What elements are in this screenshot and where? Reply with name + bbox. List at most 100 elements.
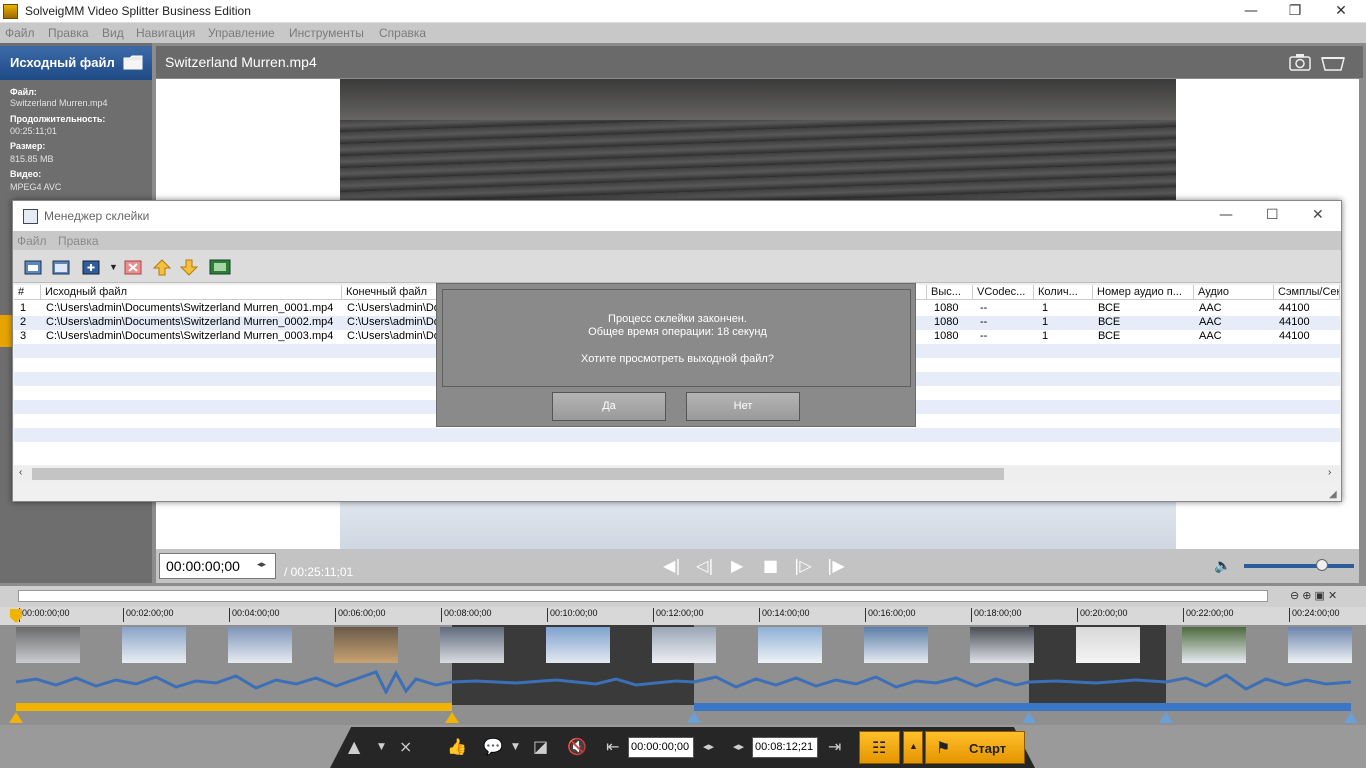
column-header[interactable]: Выс...	[927, 285, 973, 300]
resize-grip-icon[interactable]: ◢	[1329, 489, 1337, 500]
restore-button[interactable]: ❐	[1272, 0, 1318, 23]
menu-control[interactable]: Управление	[208, 26, 275, 40]
next-frame-icon[interactable]: |▷	[794, 556, 812, 575]
column-header[interactable]: Номер аудио п...	[1093, 285, 1194, 300]
marker-icon[interactable]	[9, 712, 23, 723]
column-header[interactable]: Сэмплы/Сек	[1274, 285, 1340, 300]
volume-knob[interactable]	[1316, 559, 1328, 571]
timeline-thumbnail	[758, 627, 822, 663]
out-point-icon[interactable]: ⇥	[828, 737, 841, 756]
menu-file[interactable]: Файл	[5, 26, 35, 40]
volume-icon[interactable]: 🔈	[1214, 557, 1231, 574]
time-in-field[interactable]: 00:00:00;00	[628, 737, 694, 758]
destination-file: C:\Users\admin\Do	[347, 330, 440, 342]
scrollbar-thumb[interactable]	[32, 468, 1004, 480]
stop-icon[interactable]: ■	[763, 556, 778, 575]
rotate-icon[interactable]: ◪	[533, 737, 548, 756]
menu-navigation[interactable]: Навигация	[136, 26, 195, 40]
column-header[interactable]: VCodec...	[973, 285, 1034, 300]
minimize-button[interactable]: —	[1228, 0, 1274, 23]
column-header[interactable]: Исходный файл	[41, 285, 342, 300]
menu-bar: Файл Правка Вид Навигация Управление Инс…	[0, 23, 1366, 43]
height: 1080	[934, 302, 959, 314]
dropdown-icon[interactable]: ▼	[378, 742, 385, 752]
thumb-up-icon[interactable]: 👍	[447, 737, 467, 756]
selected-segment-bar[interactable]	[16, 703, 452, 711]
merge-menu-edit[interactable]: Правка	[58, 234, 99, 248]
prev-marker-icon[interactable]: ◀|	[663, 556, 681, 575]
move-up-icon[interactable]	[152, 258, 172, 276]
menu-view[interactable]: Вид	[102, 26, 124, 40]
menu-help[interactable]: Справка	[379, 26, 426, 40]
scroll-right-icon[interactable]: ›	[1328, 467, 1331, 478]
volume-slider[interactable]	[1244, 564, 1354, 568]
close-button[interactable]: ✕	[1318, 0, 1364, 23]
timeline-scrollbar[interactable]	[18, 590, 1268, 602]
segment-bar[interactable]	[694, 703, 1351, 711]
time-in-spin-icon[interactable]: ◂▸	[703, 740, 714, 753]
dropdown-icon[interactable]: ▼	[109, 262, 118, 272]
add-marker-icon[interactable]: ▲	[348, 737, 360, 756]
snapshot-icon[interactable]	[1288, 52, 1312, 72]
title-bar: SolveigMM Video Splitter Business Editio…	[0, 0, 1366, 23]
dialog-message-area: Процесс склейки закончен. Общее время оп…	[442, 289, 911, 387]
audio-stream-number: ВСЕ	[1098, 330, 1121, 342]
split-button[interactable]: ☷	[859, 731, 900, 764]
marker-icon[interactable]	[1344, 712, 1358, 723]
in-point-icon[interactable]: ⇤	[606, 737, 619, 756]
prev-frame-icon[interactable]: ◁|	[696, 556, 714, 575]
timeline-thumbnail	[1076, 627, 1140, 663]
count: 1	[1042, 302, 1049, 314]
merge-manager-title: Менеджер склейки	[44, 209, 150, 223]
remove-marker-icon[interactable]: ⨯	[399, 737, 412, 756]
play-icon[interactable]: ▶	[731, 556, 743, 575]
basket-icon[interactable]	[1320, 52, 1346, 72]
next-marker-icon[interactable]: |▶	[827, 556, 845, 575]
marker-icon[interactable]	[1022, 712, 1036, 723]
split-dropdown[interactable]: ▲	[903, 731, 923, 764]
panel-accent	[0, 315, 12, 347]
height: 1080	[934, 316, 959, 328]
horizontal-scrollbar[interactable]: ‹ ›	[14, 466, 1340, 481]
marker-icon[interactable]	[445, 712, 459, 723]
move-down-icon[interactable]	[179, 258, 199, 276]
zoom-controls-icon[interactable]: ⊖ ⊕ ▣ ✕	[1290, 589, 1337, 602]
column-header[interactable]: Аудио	[1194, 285, 1274, 300]
merge-manager-menu: Файл Правка	[13, 231, 1341, 250]
mute-icon[interactable]: 🔇	[567, 737, 587, 756]
sample-rate: 44100	[1279, 302, 1310, 314]
column-header[interactable]: #	[14, 285, 41, 300]
add-folder-icon[interactable]	[51, 258, 71, 276]
add-file-icon[interactable]	[23, 258, 43, 276]
time-out-spin-icon[interactable]: ◂▸	[733, 740, 744, 753]
add-item-icon[interactable]	[81, 258, 101, 276]
marker-icon[interactable]	[1159, 712, 1173, 723]
menu-edit[interactable]: Правка	[48, 26, 89, 40]
audio-stream-number: ВСЕ	[1098, 316, 1121, 328]
merge-menu-file[interactable]: Файл	[17, 234, 47, 248]
destination-file: C:\Users\admin\Do	[347, 316, 440, 328]
column-header[interactable]: Колич...	[1034, 285, 1093, 300]
open-folder-icon[interactable]	[122, 53, 144, 71]
timeline-thumbnail	[440, 627, 504, 663]
timecode-spin-icon[interactable]: ◂▸	[257, 559, 271, 573]
marker-icon[interactable]	[687, 712, 701, 723]
remove-icon[interactable]	[123, 258, 143, 276]
comment-icon[interactable]: 💬	[483, 737, 503, 756]
merge-manager-close-button[interactable]: ✕	[1312, 207, 1324, 223]
time-out-field[interactable]: 00:08:12;21	[752, 737, 818, 758]
merge-manager-minimize-button[interactable]: —	[1219, 207, 1233, 223]
timecode-field[interactable]: 00:00:00;00 ◂▸	[159, 553, 276, 579]
dropdown-icon[interactable]: ▼	[512, 742, 519, 752]
scroll-left-icon[interactable]: ‹	[19, 467, 22, 478]
film-merge-icon[interactable]	[209, 258, 231, 276]
start-button[interactable]: ⚑ Старт	[925, 731, 1025, 764]
no-button[interactable]: Нет	[686, 392, 800, 421]
audio-codec: AAC	[1199, 302, 1222, 314]
merge-manager-maximize-button[interactable]: ☐	[1266, 207, 1279, 223]
dropdown-icon: ▲	[909, 741, 918, 751]
source-file: C:\Users\admin\Documents\Switzerland Mur…	[46, 316, 334, 328]
timecode-value: 00:00:00;00	[166, 558, 240, 574]
yes-button[interactable]: Да	[552, 392, 666, 421]
menu-tools[interactable]: Инструменты	[289, 26, 364, 40]
